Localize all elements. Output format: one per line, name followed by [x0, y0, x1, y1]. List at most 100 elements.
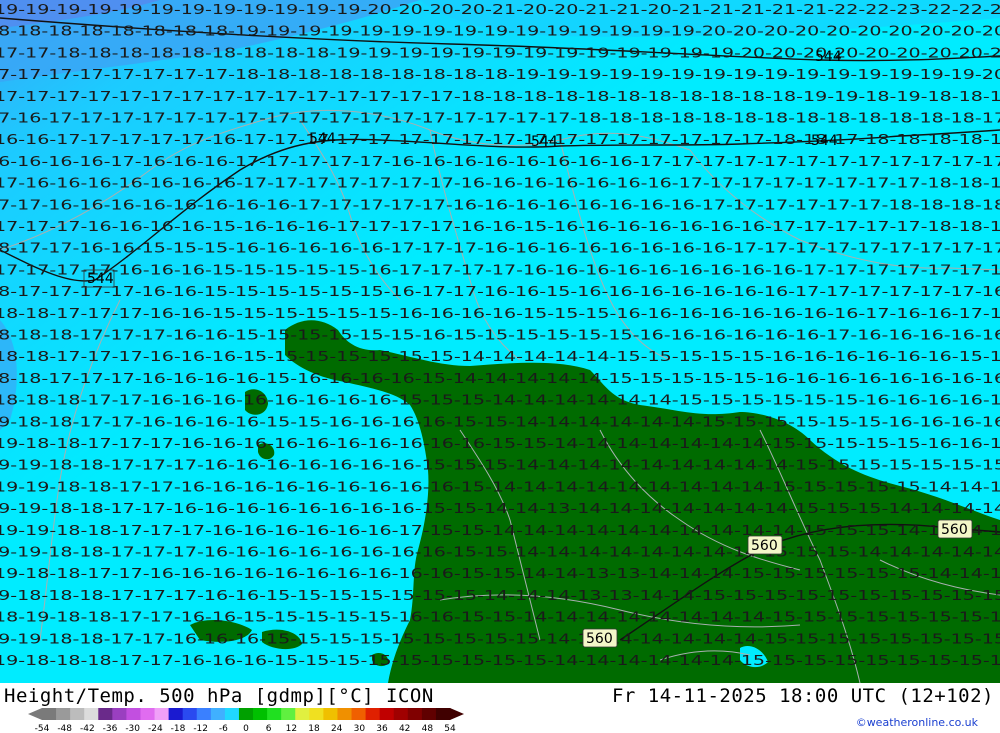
isotherm-row: 17-16-16-16-16-16-16-16-17-17-17-17-17-1… [0, 177, 1000, 192]
isotherm-row: 19-19-19-19-19-19-19-19-19-19-19-19-20-2… [0, 3, 1000, 18]
height-label-544-nw: 544 [309, 131, 336, 147]
colorbar-swatch [84, 708, 99, 720]
colorbar-swatch [407, 708, 423, 720]
map-title: Height/Temp. 500 hPa [gdmp][°C] ICON [4, 685, 434, 707]
height-label-text: 560 [586, 631, 613, 647]
height-label-560-far-east: 560 [937, 519, 973, 539]
colorbar-swatch [323, 708, 338, 720]
height-label-544-top: 544 [815, 49, 842, 65]
isotherm-row: 17-17-17-17-17-17-17-17-17-17-17-17-17-1… [0, 90, 1000, 105]
colorbar-swatch [168, 708, 184, 720]
isotherm-row: 19-19-18-18-17-17-16-16-16-16-16-16-16-1… [0, 480, 1000, 495]
isotherm-row: 18-18-17-17-17-16-16-15-15-15-15-15-15-1… [0, 307, 1000, 322]
height-label-text: 544 [811, 133, 838, 149]
isotherm-row: 19-18-18-17-17-17-16-16-16-16-16-16-16-1… [0, 437, 1000, 452]
colorbar-swatch [196, 708, 212, 720]
colorbar-swatch [267, 708, 282, 720]
colorbar-swatch [140, 708, 156, 720]
map-footer: Height/Temp. 500 hPa [gdmp][°C] ICON Fr … [0, 683, 1000, 733]
colorbar-swatch [42, 708, 57, 720]
color-scale-bar: -54 -48 -42 -36 -30 -24 -18 -12 -6 0 6 12 18 24 30 36 42… [28, 708, 464, 733]
colorbar-arrow-left [28, 708, 42, 720]
isotherm-row: 19-19-18-18-17-17-16-16-16-16-16-16-16-1… [0, 502, 1000, 517]
isotherm-row: 18-19-18-18-17-17-16-16-15-15-15-15-15-1… [0, 611, 1000, 626]
isotherm-row: 19-18-18-17-17-16-16-16-16-16-16-16-16-1… [0, 567, 1000, 582]
isotherm-row: 17-16-17-17-17-17-17-17-17-17-17-17-17-1… [0, 112, 1000, 127]
height-label-560-east: 560 [747, 535, 783, 555]
isotherm-row: 19-18-18-18-17-17-16-16-16-15-15-15-15-1… [0, 654, 1000, 669]
isotherm-row: 18-18-18-17-17-17-16-16-15-15-15-15-15-1… [0, 329, 1000, 344]
colorbar-tick-label: 42 [399, 724, 410, 733]
colorbar-tick-label: -48 [57, 724, 72, 733]
colorbar-tick-label: -42 [80, 724, 95, 733]
height-label-544-ne: 544 [811, 133, 838, 149]
isotherm-row: 17-17-17-17-17-17-17-17-18-18-18-18-18-1… [0, 68, 1000, 83]
colorbar-swatch [435, 708, 451, 720]
colorbar-tick-label: -6 [219, 724, 228, 733]
colorbar-tick-label: -54 [35, 724, 50, 733]
colorbar-swatch [337, 708, 353, 720]
colorbar-swatch [224, 708, 240, 720]
isotherm-row: 17-17-16-16-16-16-16-16-16-16-17-17-17-1… [0, 198, 1000, 213]
colorbar-tick-label: 30 [354, 724, 366, 733]
colorbar-swatch [154, 708, 170, 720]
height-label-text: 560 [751, 538, 778, 554]
colorbar-swatch [365, 708, 381, 720]
colorbar-swatch [393, 708, 409, 720]
colorbar-tick-label: -12 [193, 724, 208, 733]
isotherm-row: 18-17-17-16-16-15-15-15-16-16-16-16-16-1… [0, 242, 1000, 257]
credit-link[interactable]: ©weatheronline.co.uk [856, 716, 978, 729]
isotherm-row: 18-18-17-17-17-16-16-16-16-15-16-16-16-1… [0, 372, 1000, 387]
colorbar-tick-label: -24 [148, 724, 163, 733]
valid-datetime: Fr 14-11-2025 18:00 UTC (12+102) [611, 685, 994, 707]
colorbar-swatch [309, 708, 324, 720]
isotherm-row: 19-18-18-17-17-16-16-16-16-15-15-16-16-1… [0, 415, 1000, 430]
height-label-text: 560 [941, 522, 968, 538]
colorbar-tick-label: 48 [422, 724, 434, 733]
isotherm-row: 17-17-17-16-16-16-16-15-16-16-16-17-17-1… [0, 220, 1000, 235]
colorbar-tick-label: 12 [286, 724, 297, 733]
height-label-text: 544 [87, 271, 114, 287]
map-canvas: 19-19-19-19-19-19-19-19-19-19-19-19-20-2… [0, 0, 1000, 683]
isotherm-row: 16-16-16-16-17-16-16-16-17-17-17-17-17-1… [0, 155, 1000, 170]
colorbar-swatch [253, 708, 268, 720]
isotherm-row: 18-18-17-17-17-16-16-16-15-15-15-15-15-1… [0, 350, 1000, 365]
isotherm-row: 16-16-17-17-17-17-17-16-17-17-17-17-17-1… [0, 133, 1000, 148]
colorbar-swatch [295, 708, 310, 720]
colorbar-arrow-right [450, 708, 464, 720]
height-label-text: 544 [815, 49, 842, 65]
colorbar-swatch [281, 708, 296, 720]
isotherm-row: 17-17-18-18-18-18-18-18-18-18-18-19-19-1… [0, 46, 1000, 61]
weather-map: 19-19-19-19-19-19-19-19-19-19-19-19-20-2… [0, 0, 1000, 683]
isotherm-row: 18-18-18-18-18-18-18-18-19-19-19-19-19-1… [0, 25, 1000, 40]
colorbar-swatch [421, 708, 437, 720]
isotherm-row: 18-18-18-17-17-16-16-16-16-16-16-16-16-1… [0, 394, 1000, 409]
colorbar-swatch [351, 708, 367, 720]
colorbar-swatch [126, 708, 141, 720]
colorbar-tick-label: -30 [125, 724, 140, 733]
colorbar-tick-label: 18 [308, 724, 320, 733]
colorbar-swatch [112, 708, 127, 720]
colorbar-tick-label: 36 [376, 724, 388, 733]
colorbar-swatch [56, 708, 71, 720]
colorbar-tick-label: -18 [171, 724, 186, 733]
colorbar-swatch [70, 708, 85, 720]
isotherm-row: 19-19-18-18-17-17-16-16-16-15-15-15-15-1… [0, 632, 1000, 647]
isotherm-row: 19-19-18-18-17-17-17-16-16-16-16-16-16-1… [0, 546, 1000, 561]
colorbar-tick-label: 0 [243, 724, 249, 733]
isotherm-row: 17-17-17-17-16-16-16-15-15-15-15-15-16-1… [0, 263, 1000, 278]
colorbar-tick-label: -36 [103, 724, 118, 733]
colorbar-swatch [238, 708, 254, 720]
colorbar-tick-label: 6 [266, 724, 272, 733]
isotherm-row: 19-18-18-18-17-17-17-16-16-15-15-15-15-1… [0, 589, 1000, 604]
height-label-544-n: 544 [531, 134, 558, 150]
isotherm-row: 18-17-17-17-17-16-16-15-15-15-15-15-15-1… [0, 285, 1000, 300]
height-label-text: 544 [531, 134, 558, 150]
colorbar-tick-label: 24 [331, 724, 343, 733]
height-label-text: 544 [309, 131, 336, 147]
colorbar-swatch [379, 708, 395, 720]
isotherm-labels: 19-19-19-19-19-19-19-19-19-19-19-19-20-2… [0, 3, 1000, 669]
colorbar-tick-label: 54 [444, 724, 456, 733]
colorbar-swatch [210, 708, 226, 720]
colorbar-swatch [98, 708, 113, 720]
